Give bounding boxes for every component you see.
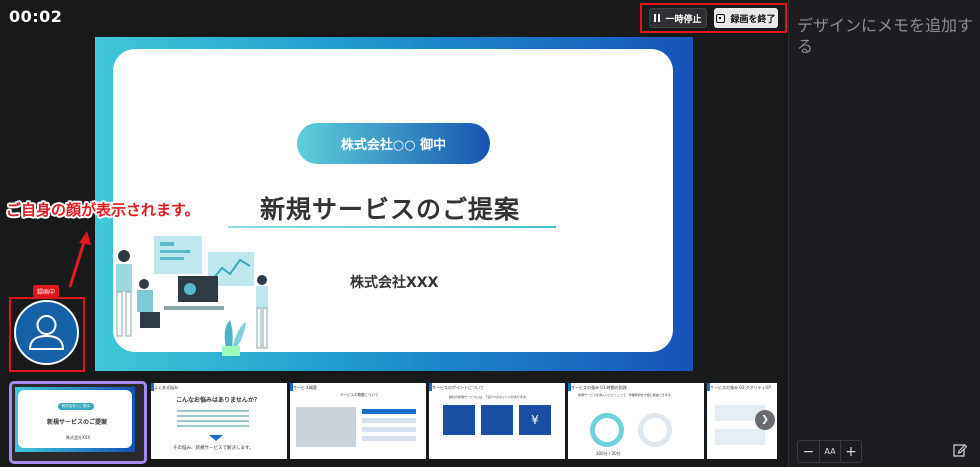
thumbnail-5-title: 新規サービスを導入いただくことで、作業時間を大幅に削減できます。 bbox=[578, 393, 674, 397]
stop-label: 録画を終了 bbox=[730, 14, 776, 25]
thumbnail-6-box bbox=[715, 429, 765, 445]
pause-icon bbox=[654, 14, 661, 22]
thumbnail-4-heading: サービスのポイントについて bbox=[432, 385, 484, 390]
slide-presenter: 株式会社XXX bbox=[350, 275, 439, 291]
thumbnail-1-title: 新規サービスのご提案 bbox=[47, 419, 108, 426]
thumbnail-3-bar bbox=[362, 427, 416, 432]
thumbnail-3-photo bbox=[296, 407, 356, 447]
thumbnail-5-donut bbox=[590, 413, 624, 447]
recording-timer: 00:02 bbox=[9, 7, 63, 26]
pause-button[interactable]: 一時停止 bbox=[649, 8, 707, 28]
pause-label: 一時停止 bbox=[665, 14, 702, 25]
user-icon bbox=[28, 315, 65, 350]
slide-company-pill: 株式会社○○ 御中 bbox=[297, 123, 490, 164]
thumbnail-5[interactable]: サービスの強み 01.時間の削減 新規サービスを導入いただくことで、作業時間を大… bbox=[568, 383, 704, 459]
thumbnail-3[interactable]: サービス概要 サービスの概要について bbox=[290, 383, 426, 459]
thumbnail-5-donut bbox=[638, 413, 672, 447]
font-decrease-button[interactable]: − bbox=[798, 441, 819, 462]
font-size-button[interactable]: AA bbox=[819, 441, 840, 462]
thumbnail-5-heading: サービスの強み 01.時間の削減 bbox=[571, 385, 627, 390]
face-display-callout: ご自身の顔が表示されます。 bbox=[6, 201, 200, 219]
thumbnail-2-heading: よくある悩み bbox=[154, 385, 178, 390]
thumbnail-2-list bbox=[177, 407, 249, 435]
thumbnail-3-bar bbox=[362, 418, 416, 423]
clock-icon bbox=[443, 405, 475, 435]
notes-input[interactable]: デザインにメモを追加する bbox=[797, 15, 975, 57]
thumbnail-2-title: こんなお悩みはありませんか？ bbox=[176, 397, 260, 404]
recording-badge: 録画中 bbox=[33, 285, 59, 297]
thumbnail-1-sub: 株式会社XXX bbox=[66, 435, 91, 440]
chevron-down-icon bbox=[209, 435, 223, 441]
thumbnail-3-title: サービスの概要について bbox=[340, 393, 379, 397]
thumbnail-1-pill: 株式会社○○ 御中 bbox=[58, 403, 94, 410]
thumbnail-6-heading: サービスの強み 02.クオリティUP bbox=[710, 385, 771, 390]
avatar[interactable] bbox=[14, 300, 79, 365]
stop-recording-button[interactable]: 録画を終了 bbox=[714, 8, 778, 28]
diamond-icon bbox=[481, 405, 513, 435]
font-size-controls: − AA + bbox=[797, 440, 862, 463]
thumbnail-1[interactable]: 株式会社○○ 御中 新規サービスのご提案 株式会社XXX bbox=[9, 381, 147, 464]
callout-arrow bbox=[68, 231, 91, 288]
thumbnail-3-heading: サービス概要 bbox=[293, 385, 317, 390]
notes-panel bbox=[788, 0, 980, 467]
thumbnail-3-bar bbox=[362, 436, 416, 441]
edit-note-icon[interactable] bbox=[952, 442, 970, 460]
font-increase-button[interactable]: + bbox=[840, 441, 861, 462]
thumbnail-3-bar bbox=[362, 409, 416, 414]
business-illustration bbox=[116, 236, 268, 356]
thumbnail-5-sub: 300分 / 30分 bbox=[596, 451, 621, 456]
thumbnail-4[interactable]: サービスのポイントについて 弊社の新規サービスには、下記3つのポイントがあります… bbox=[429, 383, 565, 459]
thumbnail-2[interactable]: よくある悩み こんなお悩みはありませんか？ その悩み、新規サービスで解決します。 bbox=[151, 383, 287, 459]
stop-icon bbox=[716, 13, 726, 23]
thumbnail-2-sub: その悩み、新規サービスで解決します。 bbox=[173, 446, 254, 451]
thumbnail-4-title: 弊社の新規サービスには、下記3つのポイントがあります。 bbox=[449, 395, 529, 399]
slide-title: 新規サービスのご提案 bbox=[260, 195, 521, 224]
yen-icon: ¥ bbox=[519, 405, 551, 435]
chevron-right-icon[interactable]: ❯ bbox=[755, 410, 775, 430]
